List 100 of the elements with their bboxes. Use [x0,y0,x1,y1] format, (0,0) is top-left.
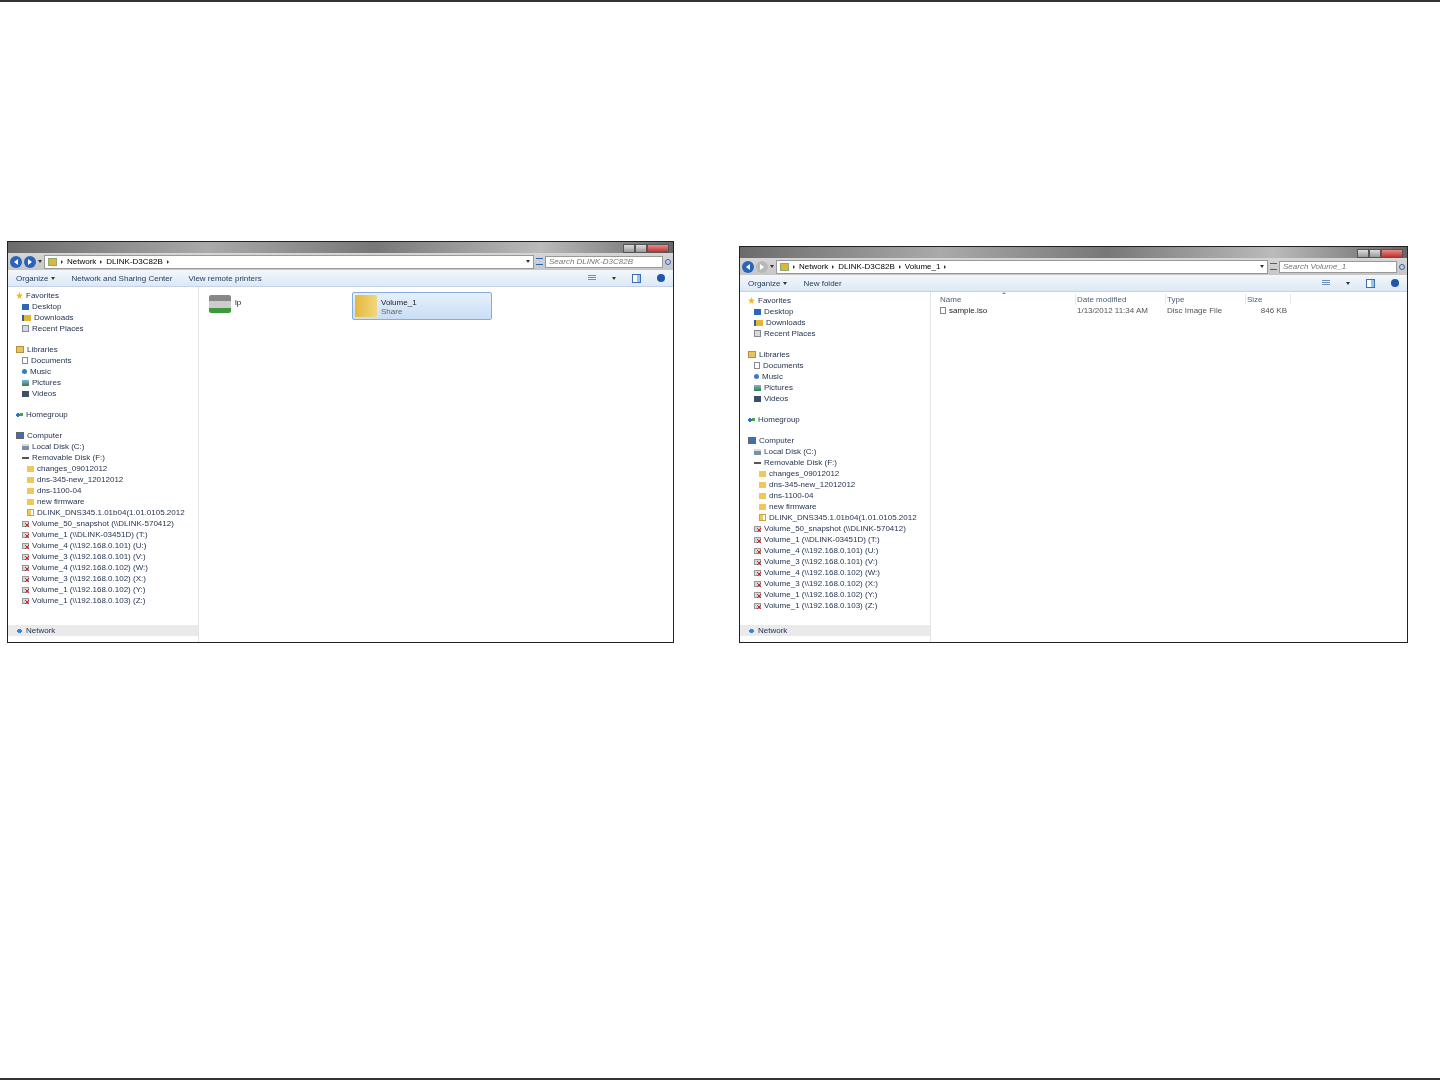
sidebar-group[interactable]: Homegroup [8,409,198,420]
chevron-icon[interactable] [100,259,103,264]
breadcrumb-item[interactable]: Volume_1 [904,262,941,271]
minimize-button[interactable] [1357,249,1369,258]
chevron-icon[interactable] [166,259,169,264]
sidebar-item[interactable]: changes_09012012 [8,463,198,474]
sidebar-item[interactable]: Volume_4 (\\192.168.0.102) (W:) [740,567,930,578]
close-button[interactable] [647,244,669,253]
sidebar-item[interactable]: Videos [8,388,198,399]
breadcrumb-item[interactable]: Network [67,257,97,266]
breadcrumb-item[interactable]: DLINK-D3C82B [838,262,895,271]
column-header[interactable]: Type [1166,294,1246,304]
breadcrumb-item[interactable]: Network [799,262,829,271]
table-cell[interactable]: sample.iso [939,304,1076,317]
column-header[interactable]: Name [939,294,1076,304]
sidebar-item[interactable]: Removable Disk (F:) [740,457,930,468]
sidebar-item[interactable]: Recent Places [740,328,930,339]
chevron-icon[interactable] [898,264,901,269]
column-header[interactable]: Size [1246,294,1291,304]
sidebar-item[interactable]: Volume_1 (\\192.168.0.102) (Y:) [8,584,198,595]
sidebar-item[interactable]: Volume_3 (\\192.168.0.102) (X:) [740,578,930,589]
sidebar-item[interactable]: Volume_3 (\\192.168.0.101) (V:) [740,556,930,567]
sidebar-item[interactable]: Volume_4 (\\192.168.0.101) (U:) [8,540,198,551]
caret-icon[interactable] [612,276,616,280]
sidebar-item[interactable]: Downloads [740,317,930,328]
search-field[interactable]: Search Volume_1 [1279,260,1397,273]
sidebar-item[interactable]: changes_09012012 [740,468,930,479]
sidebar-item[interactable]: Recent Places [8,323,198,334]
sidebar-item[interactable]: DLINK_DNS345.1.01b04(1.01.0105.2012 [8,507,198,518]
address-bar[interactable]: Network DLINK-D3C82B Volume_1 [776,259,1268,274]
preview-pane-icon[interactable] [1366,278,1375,288]
back-button[interactable] [742,260,754,273]
sidebar-item[interactable]: Pictures [8,377,198,388]
caret-icon[interactable] [526,260,530,263]
sidebar-group[interactable]: Network [8,625,198,636]
forward-button[interactable] [24,255,36,268]
sidebar-item[interactable]: DLINK_DNS345.1.01b04(1.01.0105.2012 [740,512,930,523]
sidebar-group[interactable]: Homegroup [740,414,930,425]
breadcrumb-item[interactable]: DLINK-D3C82B [106,257,163,266]
share-tile[interactable]: lp [206,292,346,320]
sidebar-item[interactable]: Music [8,366,198,377]
view-options-icon[interactable] [1322,280,1330,286]
sidebar-group[interactable]: Favorites [740,295,930,306]
toolbar-button[interactable]: Network and Sharing Center [71,273,173,283]
sidebar-item[interactable]: Volume_4 (\\192.168.0.102) (W:) [8,562,198,573]
sidebar-item[interactable]: Documents [740,360,930,371]
sidebar-item[interactable]: dns-1100-04 [8,485,198,496]
sidebar-item[interactable]: Volume_1 (\\DLINK-03451D) (T:) [740,534,930,545]
sidebar-item[interactable]: Volume_1 (\\192.168.0.103) (Z:) [8,595,198,606]
sidebar-item[interactable]: Local Disk (C:) [8,441,198,452]
sidebar-item[interactable]: Music [740,371,930,382]
sidebar-item[interactable]: Desktop [8,301,198,312]
view-options-icon[interactable] [588,275,596,281]
sidebar-group[interactable]: Favorites [8,290,198,301]
address-bar[interactable]: Network DLINK-D3C82B [44,254,534,269]
toolbar-button[interactable]: Organize [16,273,56,283]
table-cell-text: 846 KB [1259,305,1288,317]
sidebar-item[interactable]: Volume_3 (\\192.168.0.102) (X:) [8,573,198,584]
share-tile[interactable]: Volume_1 Share [352,292,492,320]
sidebar-item[interactable]: Volume_50_snapshot (\\DLINK-570412) [8,518,198,529]
column-header[interactable]: Date modified [1076,294,1166,304]
sidebar-item[interactable]: Volume_3 (\\192.168.0.101) (V:) [8,551,198,562]
sidebar-item[interactable]: Desktop [740,306,930,317]
toolbar-button[interactable]: New folder [803,278,842,288]
back-button[interactable] [10,255,22,268]
sidebar-item[interactable]: Pictures [740,382,930,393]
sidebar-group[interactable]: Network [740,625,930,636]
chevron-icon[interactable] [832,264,835,269]
sidebar-item[interactable]: dns-345-new_12012012 [740,479,930,490]
maximize-button[interactable] [635,244,647,253]
caret-icon[interactable] [1260,265,1264,268]
caret-icon[interactable] [1346,281,1350,285]
sidebar-item[interactable]: new firmware [8,496,198,507]
sidebar-item[interactable]: Volume_4 (\\192.168.0.101) (U:) [740,545,930,556]
search-field[interactable]: Search DLINK-D3C82B [545,255,663,268]
sidebar-group[interactable]: Libraries [740,349,930,360]
sidebar-item[interactable]: Volume_1 (\\192.168.0.103) (Z:) [740,600,930,611]
sidebar-item[interactable]: Local Disk (C:) [740,446,930,457]
sidebar-item[interactable]: Volume_50_snapshot (\\DLINK-570412) [740,523,930,534]
sidebar-item[interactable]: dns-1100-04 [740,490,930,501]
sidebar-item[interactable]: dns-345-new_12012012 [8,474,198,485]
caret-icon[interactable] [51,276,56,280]
sidebar-group[interactable]: Libraries [8,344,198,355]
sidebar-group[interactable]: Computer [740,435,930,446]
maximize-button[interactable] [1369,249,1381,258]
sidebar-item[interactable]: Downloads [8,312,198,323]
sidebar-item[interactable]: Videos [740,393,930,404]
caret-icon[interactable] [783,281,788,285]
sidebar-group[interactable]: Computer [8,430,198,441]
sidebar-item[interactable]: Documents [8,355,198,366]
toolbar-button[interactable]: View remote printers [188,273,262,283]
toolbar-button[interactable]: Organize [748,278,788,288]
close-button[interactable] [1381,249,1403,258]
sidebar-item[interactable]: Removable Disk (F:) [8,452,198,463]
sidebar-item[interactable]: new firmware [740,501,930,512]
minimize-button[interactable] [623,244,635,253]
chevron-icon[interactable] [944,264,947,269]
preview-pane-icon[interactable] [632,273,641,283]
sidebar-item[interactable]: Volume_1 (\\192.168.0.102) (Y:) [740,589,930,600]
sidebar-item[interactable]: Volume_1 (\\DLINK-03451D) (T:) [8,529,198,540]
